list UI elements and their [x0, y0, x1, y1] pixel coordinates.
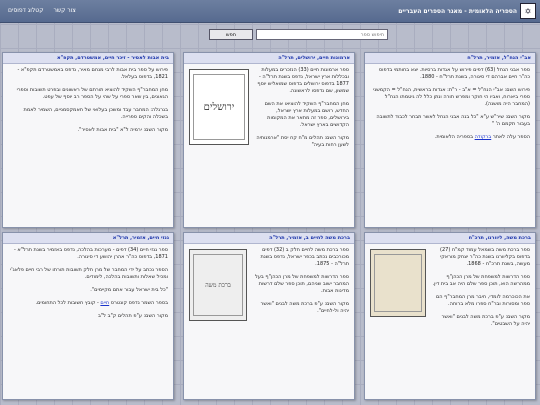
- book-description: ירושלים ספר ארמונות חיים (33) הנזכרים במ…: [184, 64, 354, 158]
- barcode-link[interactable]: ברקודה: [475, 134, 492, 140]
- book-paragraph: פירוש השם: אב"י הנח"ל = א"ב - ר"ת: אגדות…: [373, 87, 530, 107]
- book-footer: הספר עלה לאתר ברקודה בספריה הלאומית.: [434, 134, 530, 140]
- catalog-link[interactable]: קטלוג דפוסים: [8, 7, 43, 14]
- book-paragraph: "כל בית ישראל עבור אתם מקיימים".: [90, 287, 168, 293]
- book-card: בית אבות לאסיר - זיכר חיים, אמשטרדם, תקפ…: [2, 52, 174, 228]
- top-bar: ✡ הספריה הלאומית - מאגר הספרים העבריים צ…: [0, 0, 540, 23]
- book-cover-image[interactable]: ירושלים: [189, 69, 249, 145]
- top-links: צור קשר קטלוג דפוסים: [8, 7, 76, 14]
- book-paragraph: מקור השם: ע"פ תהלים ק"ב ל"ב: [97, 313, 168, 319]
- book-title-link[interactable]: ברכת משה לחיים ב, אזמיר, תרל"ה: [184, 233, 354, 244]
- logo-text: הספריה הלאומית - מאגר הספרים העבריים: [398, 7, 517, 15]
- book-paragraph: ספר אבני הנחל (63) דפים פירוש על אגדות ב…: [378, 67, 530, 80]
- book-title-link[interactable]: בית אבות לאסיר - זיכר חיים, אמשטרדם, תקפ…: [3, 53, 173, 64]
- book-cover-placeholder: [373, 253, 423, 313]
- book-paragraph: מחן המחבר"ף השקיד להוציא תורתם של ראשוני…: [16, 87, 168, 100]
- library-logo-icon: ✡: [520, 3, 536, 19]
- book-cover-title: ירושלים: [193, 74, 245, 140]
- book-title-link[interactable]: ארמונות חיים, ירושלים, תרל"ה: [184, 53, 354, 64]
- book-description: פירוש על ספר בית אבות לרבי מנחם מאיר, נד…: [3, 64, 173, 143]
- book-title-link[interactable]: אב"י הנח"ל, אזמיר, תרל"ח: [365, 53, 535, 64]
- search-button[interactable]: חפש: [209, 29, 253, 40]
- book-title-link[interactable]: גנזי חיים, אזמיר, תרל"א: [3, 233, 173, 244]
- book-paragraph: פירוש על ספר בית אבות לרבי מנחם מאיר, נד…: [17, 67, 169, 80]
- book-description: ברכת משה ספר ברכת משה לחיים חלק ב (32) ד…: [184, 244, 354, 324]
- book-card: גנזי חיים, אזמיר, תרל"א ספר גנזי חיים (3…: [2, 232, 174, 400]
- book-card: אב"י הנח"ל, אזמיר, תרל"ח ספר אבני הנחל (…: [364, 52, 536, 228]
- book-paragraph: מקור השם: ירמיה ל"א "בית אבות לאסיר".: [77, 127, 168, 133]
- book-description: ספר אבני הנחל (63) דפים פירוש על אגדות ב…: [365, 64, 535, 150]
- book-title-link[interactable]: ברכת משה, ליוורנו, תרכ"ח: [365, 233, 535, 244]
- book-footer: בספר השמר נדפס קונטרס חיים - קובץ חשובות…: [35, 300, 168, 306]
- book-paragraph: ספר גנזי חיים (34) דפים - מערכות בהלכה, …: [13, 247, 168, 260]
- book-card: ארמונות חיים, ירושלים, תרל"ה ירושלים ספר…: [183, 52, 355, 228]
- contact-link[interactable]: צור קשר: [53, 7, 75, 14]
- book-card: ברכת משה לחיים ב, אזמיר, תרל"ה ברכת משה …: [183, 232, 355, 400]
- book-paragraph: הספר נכתב על ידי המחבר של מרן חלק תשובות…: [10, 267, 168, 280]
- book-description: ספר גנזי חיים (34) דפים - מערכות בהלכה, …: [3, 244, 173, 329]
- book-cover-title: ברכת משה: [192, 253, 244, 317]
- book-card: ברכת משה, ליוורנו, תרכ"ח ספר ברכת משה בש…: [364, 232, 536, 400]
- book-paragraph: בגרגלה: המחבר עבד ומשכן בעלואי של חאמקסמ…: [23, 107, 168, 120]
- search-input[interactable]: [256, 29, 388, 40]
- book-paragraph: מקור השם: שיר"ש ע"א "כל בנה אבני הנחל לא…: [376, 114, 530, 127]
- book-description: ספר ברכת משה בשמאל עמוד קמ"ח (27) בדפוס …: [365, 244, 535, 337]
- search-bar: חפש: [208, 29, 388, 40]
- book-cover-image[interactable]: ברכת משה: [189, 249, 247, 321]
- book-cover-image[interactable]: [370, 249, 426, 317]
- kuntres-link[interactable]: חיים: [100, 300, 109, 306]
- site-logo[interactable]: ✡ הספריה הלאומית - מאגר הספרים העבריים: [386, 3, 536, 19]
